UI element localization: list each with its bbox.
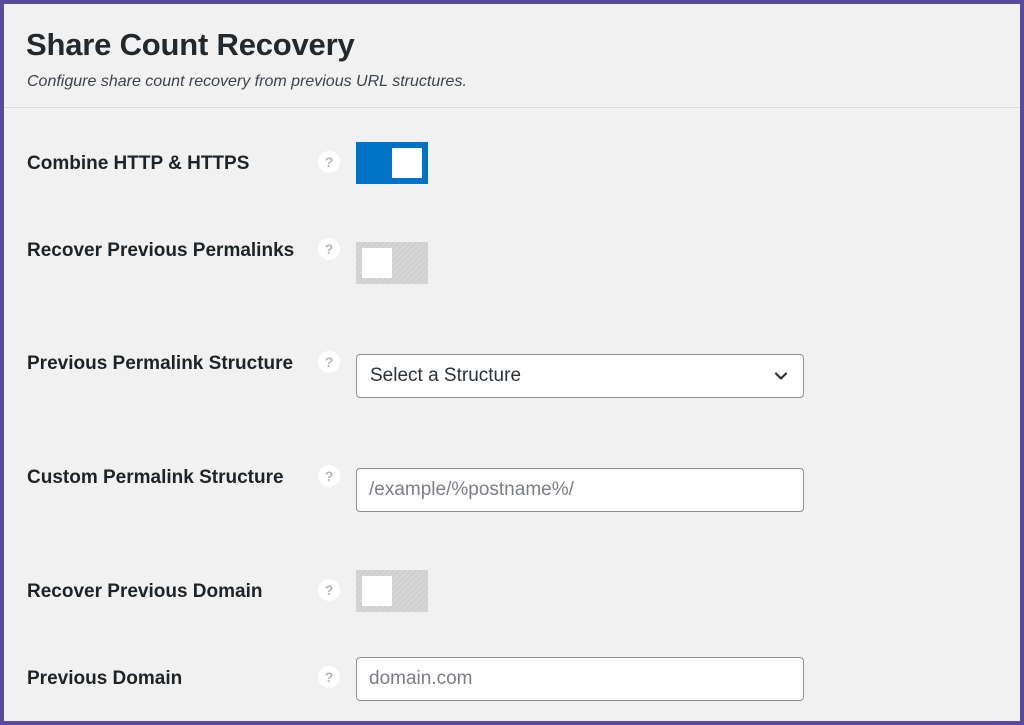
previous-permalink-structure-label: Previous Permalink Structure <box>27 353 294 374</box>
custom-permalink-structure-label: Custom Permalink Structure <box>27 467 284 488</box>
page-title: Share Count Recovery <box>26 27 355 62</box>
toggle-knob <box>362 576 392 606</box>
settings-panel: Share Count Recovery Configure share cou… <box>0 0 1024 725</box>
combine-http-https-help-icon[interactable]: ? <box>318 151 340 173</box>
combine-http-https-toggle[interactable] <box>356 142 428 184</box>
select-value: Select a Structure <box>370 365 522 386</box>
recover-previous-permalinks-toggle[interactable] <box>356 242 428 284</box>
recover-previous-permalinks-help-icon[interactable]: ? <box>318 238 340 260</box>
toggle-knob <box>392 148 422 178</box>
recover-previous-domain-help-icon[interactable]: ? <box>318 579 340 601</box>
combine-http-https-label: Combine HTTP & HTTPS <box>27 153 250 174</box>
header-divider <box>4 107 1020 108</box>
page-subtitle: Configure share count recovery from prev… <box>27 73 467 90</box>
custom-permalink-structure-help-icon[interactable]: ? <box>318 465 340 487</box>
toggle-knob <box>362 248 392 278</box>
previous-domain-label: Previous Domain <box>27 668 183 689</box>
previous-domain-help-icon[interactable]: ? <box>318 666 340 688</box>
recover-previous-domain-label: Recover Previous Domain <box>27 581 263 602</box>
recover-previous-domain-toggle[interactable] <box>356 570 428 612</box>
previous-permalink-structure-select[interactable]: Select a Structure <box>356 354 804 398</box>
previous-domain-input[interactable] <box>356 657 804 701</box>
chevron-down-icon <box>774 372 788 380</box>
custom-permalink-structure-input[interactable] <box>356 468 804 512</box>
previous-permalink-structure-help-icon[interactable]: ? <box>318 351 340 373</box>
page-header: Share Count Recovery Configure share cou… <box>4 4 1020 90</box>
recover-previous-permalinks-label: Recover Previous Permalinks <box>27 240 295 261</box>
